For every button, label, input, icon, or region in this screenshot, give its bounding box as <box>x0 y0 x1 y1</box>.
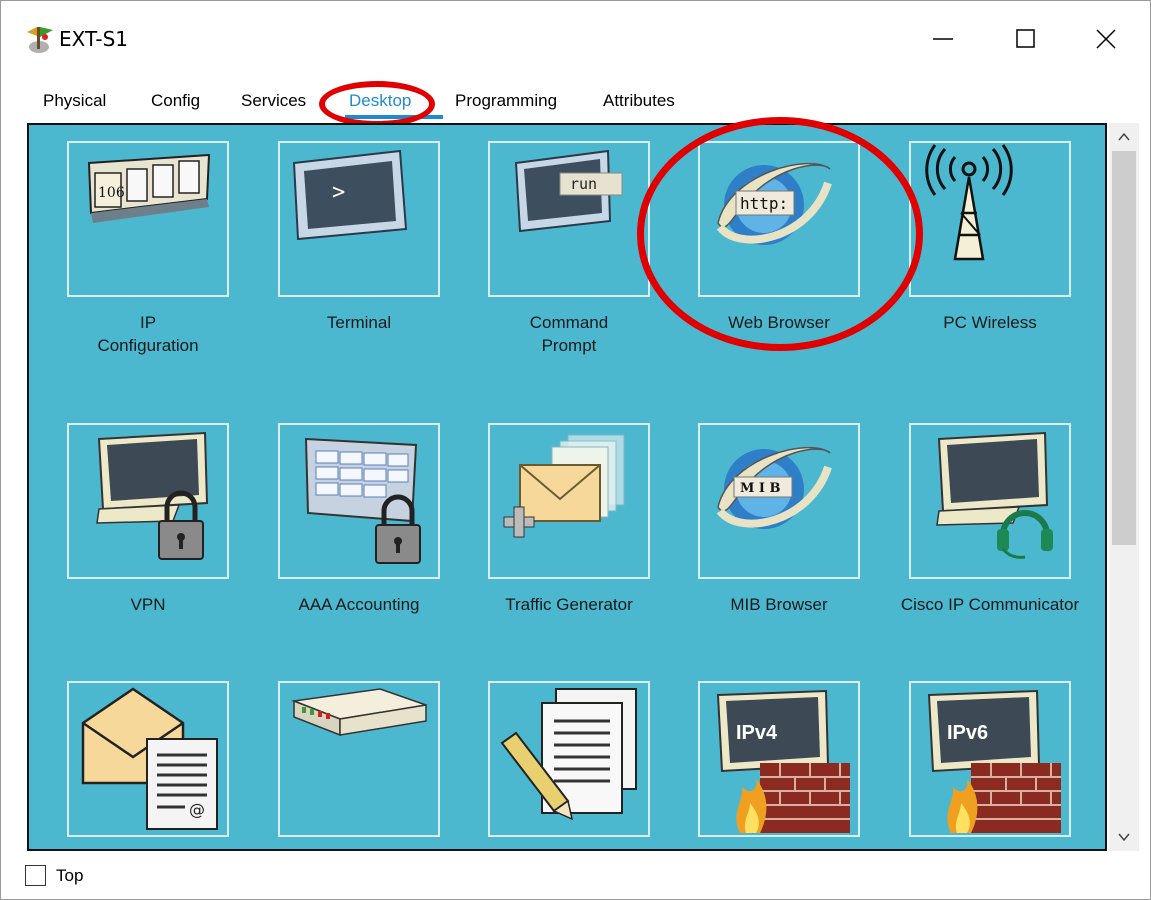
top-checkbox-label: Top <box>56 866 84 885</box>
terminal-icon: > <box>292 149 408 241</box>
svg-text:@: @ <box>189 800 205 819</box>
command-prompt-icon: run <box>514 149 623 233</box>
close-icon <box>1096 29 1116 49</box>
ip-configuration-tile[interactable]: 106 <box>67 141 229 297</box>
vpn-icon <box>96 431 209 560</box>
terminal-label: Terminal <box>326 313 392 332</box>
title-bar: EXT-S1 <box>1 1 1150 79</box>
web-browser-icon: http: <box>716 162 832 245</box>
close-button[interactable] <box>1077 13 1137 67</box>
traffic-generator-icon <box>503 434 625 538</box>
aaa-accounting-icon <box>304 437 421 564</box>
pppoe-dialer-icon <box>291 688 427 737</box>
active-tab-indicator <box>345 115 443 119</box>
mib-browser-icon: M I B <box>716 446 832 529</box>
ip-configuration-label: IP Configuration <box>97 313 199 355</box>
mib-browser-label: MIB Browser <box>730 595 828 614</box>
tab-config[interactable]: Config <box>151 91 200 111</box>
pc-wireless-icon <box>925 144 1013 261</box>
email-icon: @ <box>81 687 218 830</box>
app-window: EXT-S1 Physical Config Services Desktop … <box>0 0 1151 900</box>
scroll-thumb[interactable] <box>1112 151 1136 545</box>
terminal-tile[interactable]: > <box>278 141 440 297</box>
traffic-generator-tile[interactable] <box>488 423 650 579</box>
minimize-icon <box>933 38 953 40</box>
aaa-accounting-tile[interactable] <box>278 423 440 579</box>
svg-text:run: run <box>570 175 597 193</box>
pc-wireless-tile[interactable] <box>909 141 1071 297</box>
chevron-up-icon <box>1118 132 1130 141</box>
ipv4-firewall-tile[interactable]: IPv4 <box>698 681 860 837</box>
svg-text:http:: http: <box>740 194 788 213</box>
chevron-down-icon <box>1118 833 1130 842</box>
pppoe-dialer-tile[interactable] <box>278 681 440 837</box>
text-editor-icon <box>500 688 637 821</box>
tab-desktop[interactable]: Desktop <box>349 91 411 111</box>
tab-programming[interactable]: Programming <box>455 91 557 111</box>
tab-attributes[interactable]: Attributes <box>603 91 675 111</box>
svg-text:>: > <box>332 180 345 205</box>
window-title: EXT-S1 <box>59 27 129 51</box>
top-checkbox[interactable] <box>25 865 46 886</box>
web-browser-label: Web Browser <box>728 313 830 332</box>
svg-text:M I B: M I B <box>740 481 781 496</box>
ipv6-firewall-tile[interactable]: IPv6 <box>909 681 1071 837</box>
mib-browser-tile[interactable]: M I B <box>698 423 860 579</box>
cisco-ip-communicator-icon <box>936 431 1053 559</box>
command-prompt-label: Command Prompt <box>529 313 609 355</box>
traffic-generator-label: Traffic Generator <box>505 595 633 614</box>
cisco-ip-communicator-label: Cisco IP Communicator <box>900 595 1080 614</box>
pc-wireless-label: PC Wireless <box>943 313 1037 332</box>
minimize-button[interactable] <box>914 13 974 67</box>
svg-text:IPv4: IPv4 <box>736 722 778 744</box>
scroll-up-button[interactable] <box>1109 123 1139 151</box>
web-browser-tile[interactable]: http: <box>698 141 860 297</box>
command-prompt-tile[interactable]: run <box>488 141 650 297</box>
ipv4-firewall-icon: IPv4 <box>716 689 850 833</box>
tab-services[interactable]: Services <box>241 91 306 111</box>
cisco-ip-communicator-tile[interactable] <box>909 423 1071 579</box>
maximize-button[interactable] <box>997 13 1057 67</box>
svg-text:IPv6: IPv6 <box>947 722 988 744</box>
vertical-scrollbar[interactable] <box>1109 123 1139 851</box>
aaa-accounting-label: AAA Accounting <box>298 595 420 614</box>
ip-configuration-icon: 106 <box>87 153 211 223</box>
svg-text:106: 106 <box>98 185 125 201</box>
packet-tracer-app-icon <box>25 23 55 55</box>
vpn-tile[interactable] <box>67 423 229 579</box>
vpn-label: VPN <box>130 595 166 614</box>
maximize-icon <box>1016 29 1035 48</box>
text-editor-tile[interactable] <box>488 681 650 837</box>
tab-bar: Physical Config Services Desktop Program… <box>23 81 709 121</box>
tab-physical[interactable]: Physical <box>43 91 106 111</box>
scroll-down-button[interactable] <box>1109 823 1139 851</box>
ipv6-firewall-icon: IPv6 <box>927 689 1061 833</box>
desktop-panel: 106 IP Configuration > Terminal run Comm… <box>27 123 1107 851</box>
email-tile[interactable]: @ <box>67 681 229 837</box>
